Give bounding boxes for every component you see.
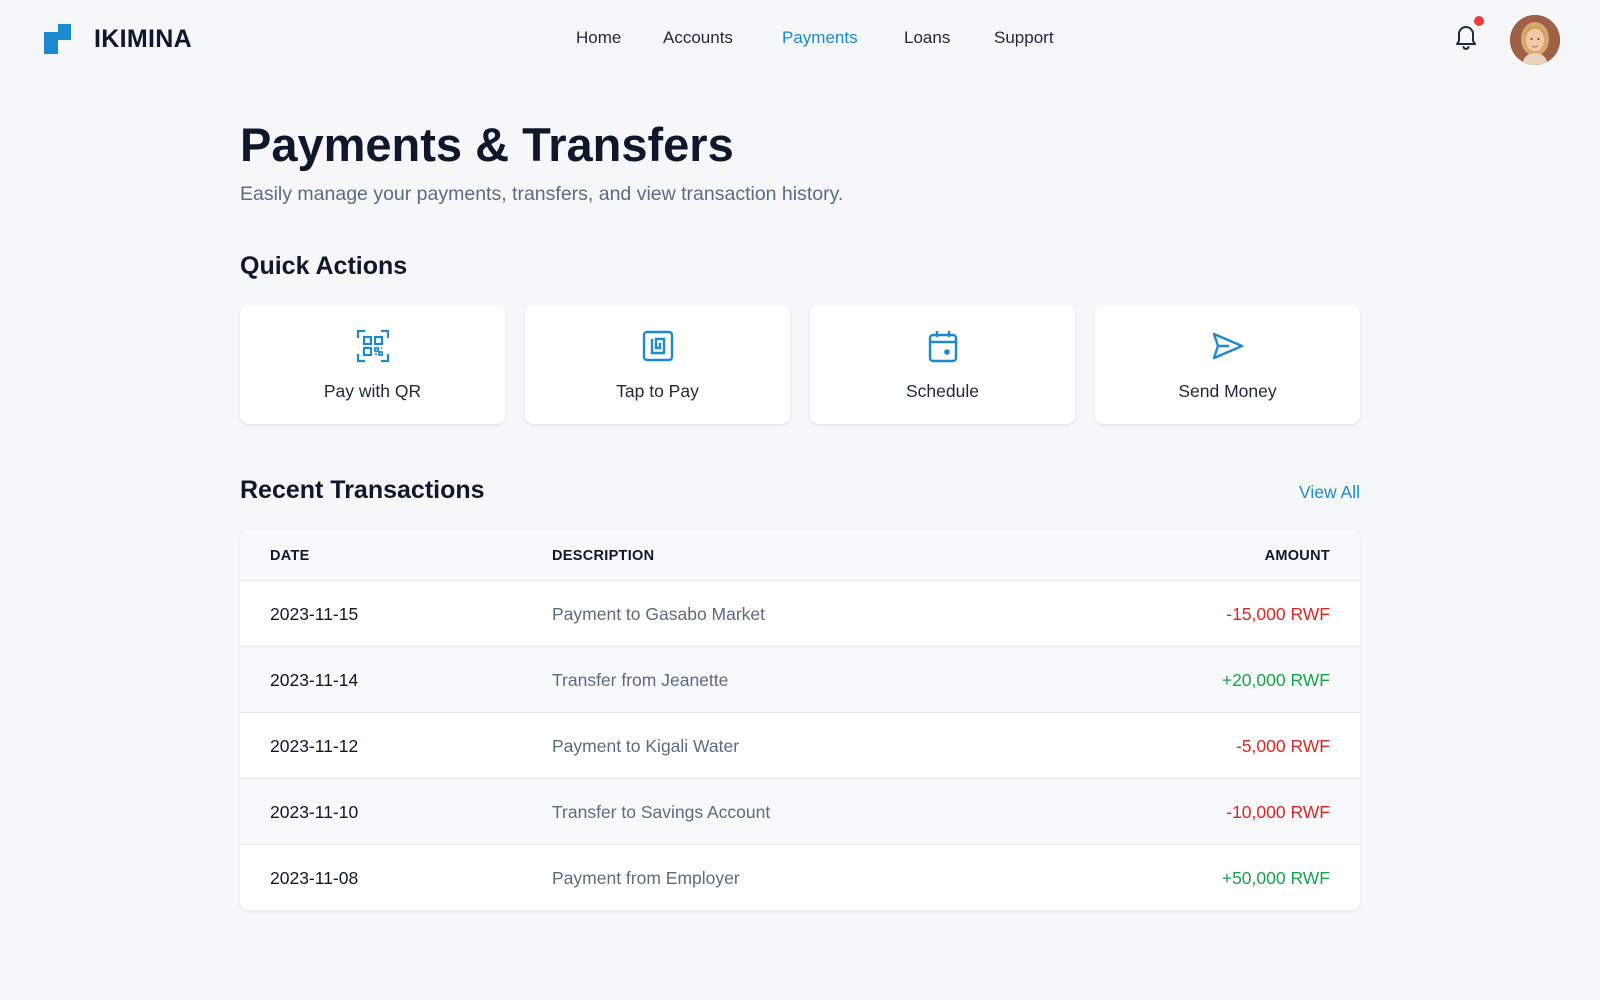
main-nav: Home Accounts Payments Loans Support	[0, 28, 1600, 52]
transaction-description: Payment from Employer	[552, 868, 740, 888]
nav-home[interactable]: Home	[576, 28, 621, 48]
top-header: IKIMINA Home Accounts Payments Loans Sup…	[0, 0, 1600, 80]
transaction-date: 2023-11-08	[270, 868, 359, 888]
column-header-date: DATE	[270, 548, 310, 564]
table-row[interactable]: 2023-11-15 Payment to Gasabo Market -15,…	[240, 580, 1360, 646]
nav-payments[interactable]: Payments	[782, 28, 858, 48]
table-row[interactable]: 2023-11-14 Transfer from Jeanette +20,00…	[240, 646, 1360, 712]
transaction-date: 2023-11-14	[270, 670, 359, 690]
transaction-amount: +20,000 RWF	[1221, 670, 1330, 690]
transaction-amount: -10,000 RWF	[1226, 802, 1330, 822]
transaction-date: 2023-11-10	[270, 802, 359, 822]
transaction-amount: +50,000 RWF	[1221, 868, 1330, 888]
tap-to-pay-button[interactable]: Tap to Pay	[525, 305, 790, 424]
transaction-description: Payment to Kigali Water	[552, 736, 740, 756]
schedule-button[interactable]: Schedule	[810, 305, 1075, 424]
transaction-description: Payment to Gasabo Market	[552, 604, 766, 624]
page-subtitle: Easily manage your payments, transfers, …	[240, 183, 844, 205]
transaction-description: Transfer to Savings Account	[552, 802, 771, 822]
avatar[interactable]	[1510, 15, 1560, 65]
transaction-amount: -5,000 RWF	[1235, 736, 1330, 756]
nav-support[interactable]: Support	[994, 28, 1054, 48]
pay-with-qr-button[interactable]: Pay with QR	[240, 305, 505, 424]
nfc-icon	[641, 329, 675, 363]
send-icon	[1211, 329, 1245, 363]
transactions-table: DATE DESCRIPTION AMOUNT 2023-11-15 Payme…	[240, 530, 1360, 910]
transaction-amount: -15,000 RWF	[1226, 604, 1330, 624]
column-header-amount: AMOUNT	[1264, 548, 1330, 564]
send-money-label: Send Money	[1178, 381, 1277, 401]
pay-with-qr-label: Pay with QR	[323, 381, 422, 401]
tap-to-pay-label: Tap to Pay	[616, 381, 699, 401]
calendar-icon	[926, 329, 960, 363]
schedule-label: Schedule	[906, 381, 979, 401]
notification-badge	[1474, 16, 1484, 26]
table-header: DATE DESCRIPTION AMOUNT	[240, 530, 1360, 580]
transaction-description: Transfer from Jeanette	[552, 670, 729, 690]
table-row[interactable]: 2023-11-10 Transfer to Savings Account -…	[240, 778, 1360, 844]
quick-actions-title: Quick Actions	[240, 252, 408, 280]
page-title: Payments & Transfers	[240, 118, 734, 171]
nav-accounts[interactable]: Accounts	[663, 28, 733, 48]
table-row[interactable]: 2023-11-08 Payment from Employer +50,000…	[240, 844, 1360, 910]
table-row[interactable]: 2023-11-12 Payment to Kigali Water -5,00…	[240, 712, 1360, 778]
transaction-date: 2023-11-15	[270, 604, 359, 624]
send-money-button[interactable]: Send Money	[1095, 305, 1360, 424]
transaction-date: 2023-11-12	[270, 736, 359, 756]
nav-loans[interactable]: Loans	[904, 28, 950, 48]
column-header-description: DESCRIPTION	[552, 548, 655, 564]
notification-bell-icon[interactable]	[1453, 22, 1479, 50]
quick-actions: Pay with QR Tap to Pay Schedule Send Mon…	[240, 305, 1360, 425]
recent-transactions-title: Recent Transactions	[240, 476, 485, 504]
qr-code-icon	[356, 329, 390, 363]
view-all-link[interactable]: View All	[1299, 482, 1360, 503]
